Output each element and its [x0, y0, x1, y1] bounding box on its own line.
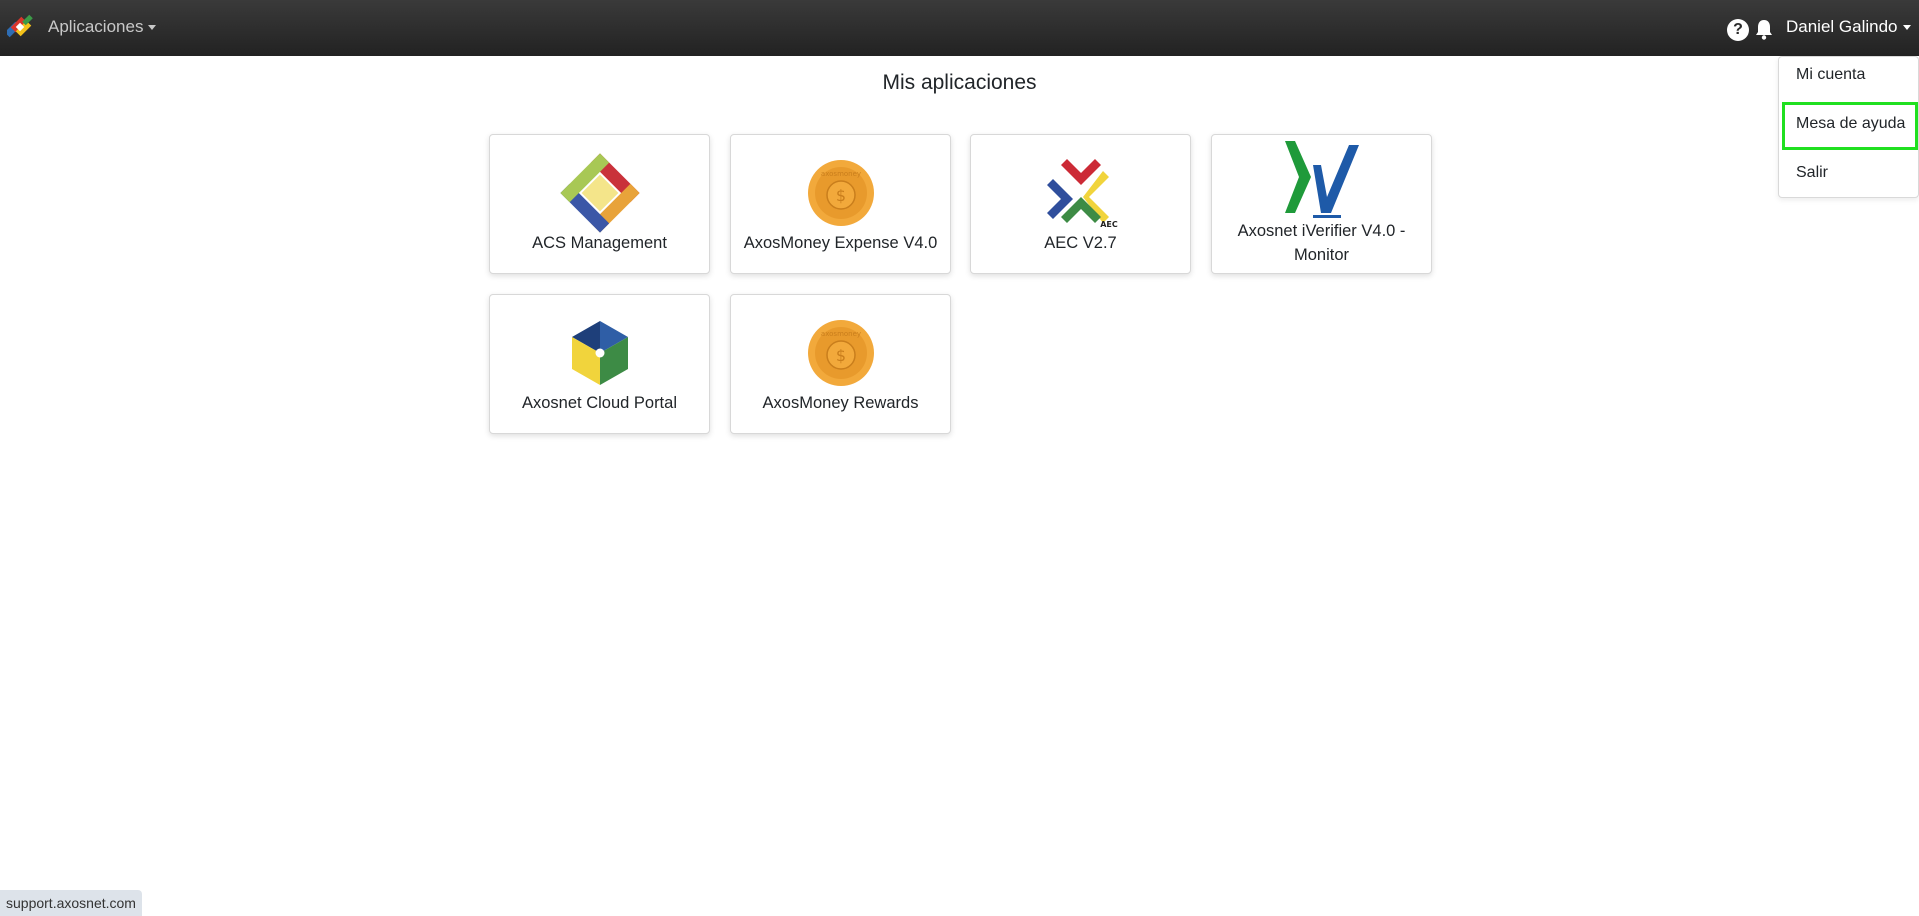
iverifier-check-logo-icon [1284, 141, 1359, 218]
coin-text: axosmoney [820, 330, 860, 338]
app-name: Axosnet iVerifier V4.0 - Monitor [1237, 222, 1406, 264]
user-name: Daniel Galindo [1786, 17, 1898, 36]
cloud-portal-cube-logo-icon [571, 321, 628, 385]
app-name: Axosnet Cloud Portal [521, 394, 677, 412]
app-name: ACS Management [532, 234, 667, 252]
top-navbar: Aplicaciones ? Daniel Galindo [0, 0, 1919, 56]
app-card-acs-management[interactable]: ACS Management [489, 134, 710, 274]
app-card-axosmoney-expense[interactable]: $ axosmoney AxosMoney Expense V4.0 [730, 134, 951, 274]
app-name: AxosMoney Rewards [762, 394, 919, 412]
acs-diamond-logo-icon [559, 153, 640, 233]
status-bar-url: support.axosnet.com [0, 890, 142, 916]
aec-icon-text: AEC [1100, 220, 1118, 229]
user-menu-toggle[interactable]: Daniel Galindo [1786, 17, 1911, 37]
bell-icon[interactable] [1754, 18, 1774, 40]
axosnet-logo-icon[interactable] [7, 13, 35, 41]
app-card-axosmoney-rewards[interactable]: $ axosmoney AxosMoney Rewards [730, 294, 951, 434]
menu-item-salir[interactable]: Salir [1796, 164, 1828, 182]
app-name: AxosMoney Expense V4.0 [743, 234, 938, 252]
chevron-down-icon [148, 25, 157, 31]
app-card-cloud-portal[interactable]: Axosnet Cloud Portal [489, 294, 710, 434]
page-title: Mis aplicaciones [882, 71, 1037, 94]
coin-symbol: $ [835, 346, 845, 365]
coin-text: axosmoney [820, 170, 860, 178]
chevron-down-icon [1902, 25, 1911, 31]
apps-menu-label: Aplicaciones [48, 17, 144, 36]
apps-menu-toggle[interactable]: Aplicaciones [48, 17, 157, 37]
axosmoney-coin-logo-icon: $ axosmoney [807, 160, 874, 226]
axosmoney-coin-logo-icon: $ axosmoney [807, 320, 874, 386]
question-circle-icon[interactable]: ? [1727, 19, 1749, 41]
aec-arrows-logo-icon: AEC [1046, 159, 1118, 229]
menu-item-mesa-de-ayuda[interactable]: Mesa de ayuda [1796, 115, 1905, 133]
app-name: AEC V2.7 [1044, 234, 1117, 252]
coin-symbol: $ [835, 186, 845, 205]
app-card-iverifier[interactable]: Axosnet iVerifier V4.0 - Monitor [1211, 134, 1432, 274]
app-card-aec[interactable]: AEC AEC V2.7 [970, 134, 1191, 274]
